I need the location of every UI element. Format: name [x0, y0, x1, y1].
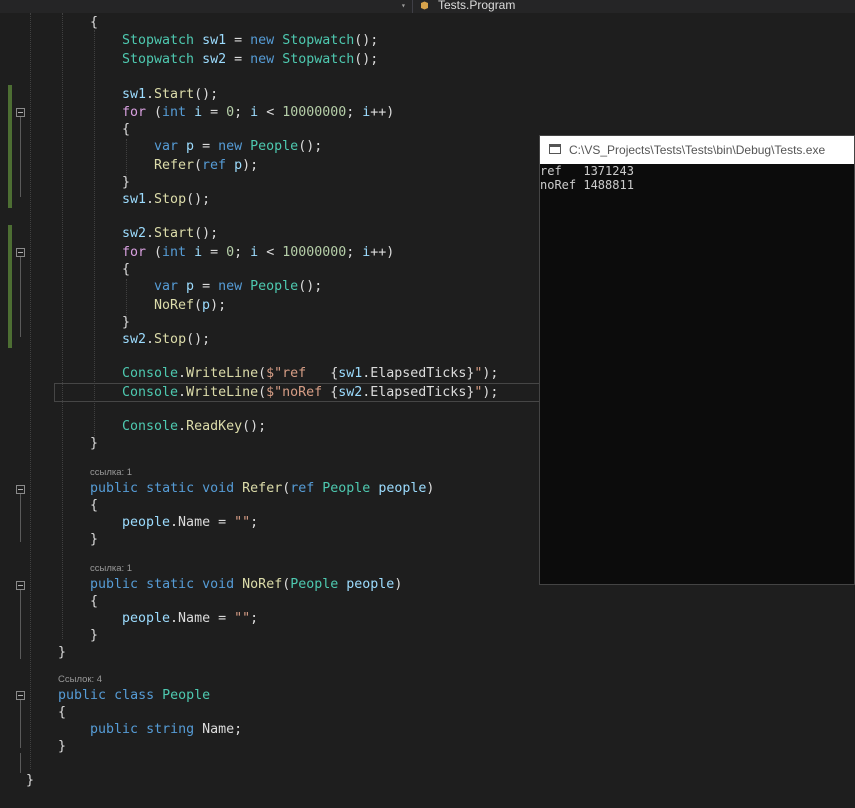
class-icon — [421, 1, 428, 10]
code-line-9: } — [122, 175, 131, 190]
code-line-5: for (int i = 0; i < 10000000; i++) — [122, 105, 395, 120]
dropdown-arrow-icon[interactable]: ▾ — [401, 0, 406, 12]
code-line-23: { — [90, 498, 99, 513]
code-line-34: } — [58, 739, 67, 754]
codelens-reference-count[interactable]: ссылка: 1 — [90, 563, 132, 574]
code-line-20: Console.ReadKey(); — [122, 419, 267, 434]
code-line-3: Stopwatch sw2 = new Stopwatch(); — [122, 52, 379, 67]
code-line-35: } — [26, 773, 35, 788]
code-line-2: Stopwatch sw1 = new Stopwatch(); — [122, 33, 379, 48]
code-line-4: sw1.Start(); — [122, 87, 219, 102]
code-line-10: sw1.Stop(); — [122, 192, 211, 207]
code-line-25: } — [90, 532, 99, 547]
indent-guide — [94, 30, 95, 440]
code-line-30: } — [58, 645, 67, 660]
code-line-12: for (int i = 0; i < 10000000; i++) — [122, 245, 395, 260]
fold-line — [20, 590, 21, 638]
change-indicator — [8, 225, 12, 348]
code-line-29: } — [90, 628, 99, 643]
code-line-24: people.Name = ""; — [122, 515, 259, 530]
navigation-bar-divider — [412, 0, 413, 13]
code-line-16: } — [122, 315, 131, 330]
indent-guide — [30, 13, 31, 769]
console-output-line: ref 1371243 — [540, 164, 634, 178]
code-line-8: Refer(ref p); — [154, 158, 259, 173]
console-title-bar[interactable]: C:\VS_Projects\Tests\Tests\bin\Debug\Tes… — [540, 136, 854, 164]
code-line-19: Console.WriteLine($"noRef {sw2.ElapsedTi… — [122, 385, 499, 400]
code-line-27: { — [90, 594, 99, 609]
code-line-32: { — [58, 705, 67, 720]
fold-line — [20, 753, 21, 773]
code-line-6: { — [122, 122, 131, 137]
collapse-icon[interactable] — [16, 108, 25, 117]
code-line-26: public static void NoRef(People people) — [90, 577, 403, 592]
code-line-14: var p = new People(); — [154, 279, 323, 294]
console-output: ref 1371243 noRef 1488811 — [540, 164, 634, 192]
collapse-icon[interactable] — [16, 581, 25, 590]
code-line-1: { — [90, 15, 99, 30]
code-line-28: people.Name = ""; — [122, 611, 259, 626]
fold-line — [20, 257, 21, 337]
code-line-11: sw2.Start(); — [122, 226, 219, 241]
fold-line — [20, 633, 21, 659]
code-line-18: Console.WriteLine($"ref {sw1.ElapsedTick… — [122, 366, 499, 381]
console-output-line: noRef 1488811 — [540, 178, 634, 192]
console-window[interactable]: C:\VS_Projects\Tests\Tests\bin\Debug\Tes… — [539, 135, 855, 585]
collapse-icon[interactable] — [16, 248, 25, 257]
codelens-reference-count[interactable]: ссылка: 1 — [90, 467, 132, 478]
code-line-22: public static void Refer(ref People peop… — [90, 481, 435, 496]
collapse-icon[interactable] — [16, 691, 25, 700]
navigation-bar: ▾ Tests.Program — [0, 0, 855, 13]
change-indicator — [8, 85, 12, 208]
code-line-21: } — [90, 436, 99, 451]
code-line-17: sw2.Stop(); — [122, 332, 211, 347]
code-line-33: public string Name; — [90, 722, 243, 737]
collapse-icon[interactable] — [16, 485, 25, 494]
fold-line — [20, 117, 21, 197]
codelens-reference-count[interactable]: Ссылок: 4 — [58, 674, 102, 685]
fold-line — [20, 700, 21, 748]
console-title: C:\VS_Projects\Tests\Tests\bin\Debug\Tes… — [569, 143, 826, 157]
code-line-15: NoRef(p); — [154, 298, 227, 313]
console-app-icon — [549, 144, 561, 154]
indent-guide — [62, 13, 63, 639]
code-line-7: var p = new People(); — [154, 139, 323, 154]
code-line-31: public class People — [58, 688, 211, 703]
class-dropdown[interactable]: Tests.Program — [438, 0, 515, 13]
fold-line — [20, 494, 21, 542]
code-line-13: { — [122, 262, 131, 277]
